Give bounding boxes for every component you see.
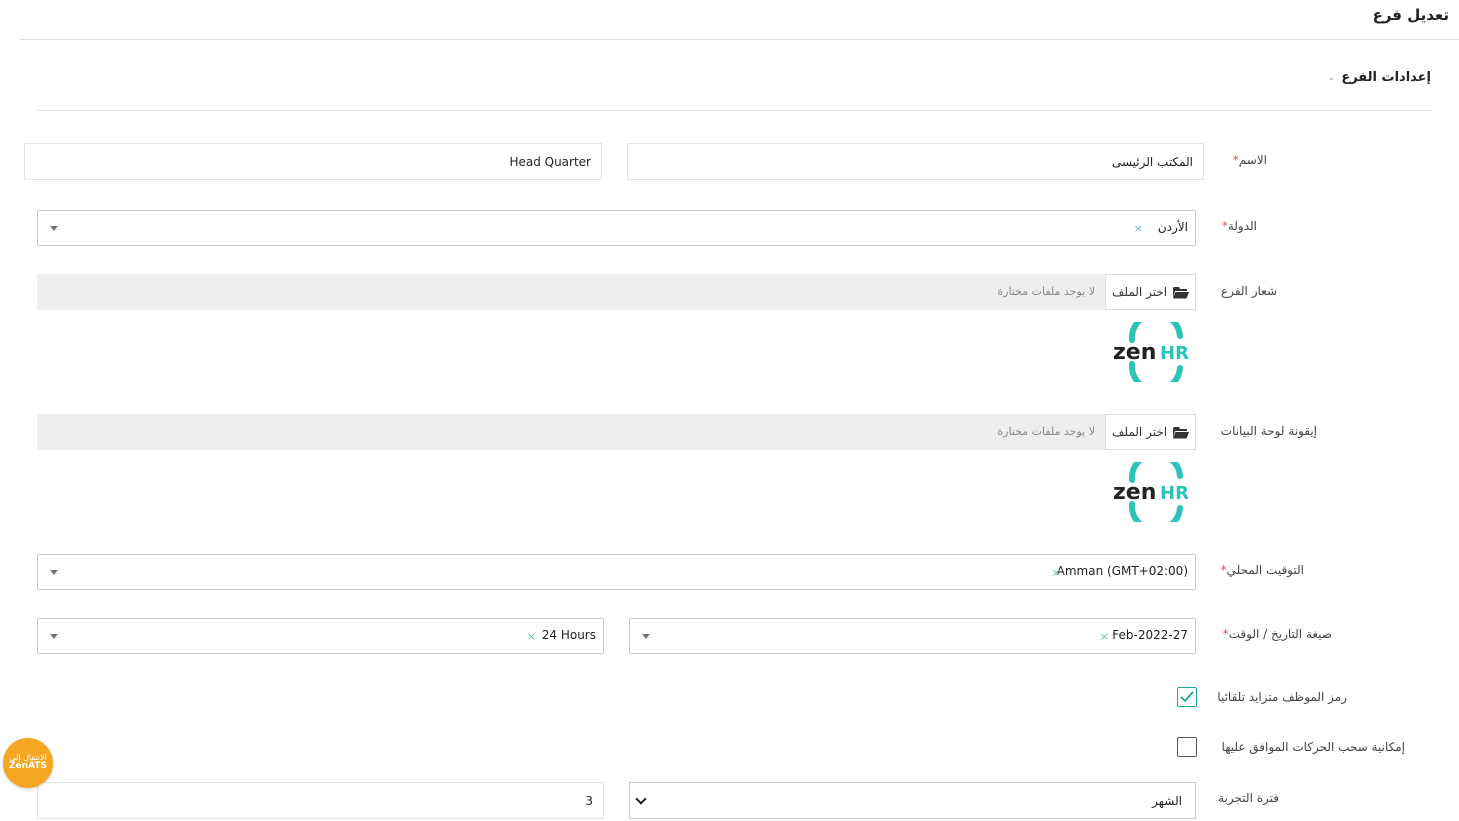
timezone-label: التوقيت المحلي* [1220,563,1304,577]
clear-icon[interactable]: × [527,630,536,643]
section-header[interactable]: إعدادات الفرع ⌄ [1328,70,1431,85]
page-title: تعديل فرع [1372,6,1449,24]
zenats-switch-button[interactable]: الانتقال إلى ZenATS [3,738,53,788]
clear-icon[interactable]: × [1052,566,1061,579]
withdraw-approved-checkbox[interactable] [1177,737,1197,757]
dropdown-arrow-icon[interactable] [50,226,58,231]
dashboard-icon-file-input[interactable]: لا يوجد ملفات مختارة اختر الملف [37,414,1196,450]
country-value: الأردن [1157,220,1188,234]
timezone-value: Amman (GMT+02:00) [1056,564,1188,578]
section-title: إعدادات الفرع [1341,70,1431,85]
clear-icon[interactable]: × [1100,630,1109,643]
name-ar-input[interactable]: المكتب الرئيسى [627,143,1204,180]
dashboard-icon-label: إيقونة لوحة البيانات [1220,424,1317,438]
no-file-text: لا يوجد ملفات مختارة [997,425,1095,438]
badge-line2: ZenATS [9,761,47,772]
svg-text:HR: HR [1160,483,1189,504]
probation-value: 3 [585,793,593,808]
auto-increment-checkbox[interactable] [1177,687,1197,707]
svg-text:HR: HR [1160,343,1189,364]
auto-increment-label: رمز الموظف متزايد تلقائيا [1217,690,1347,704]
check-icon [1180,691,1194,703]
probation-unit-select[interactable]: الشهر [629,782,1196,819]
no-file-text: لا يوجد ملفات مختارة [997,285,1095,298]
datetime-format-label: صيغة التاريخ / الوقت* [1222,627,1332,641]
probation-unit-value: الشهر [1152,794,1182,808]
name-en-value: Head Quarter [509,154,591,169]
clear-icon[interactable]: × [1134,222,1143,235]
chevron-down-icon[interactable]: ⌄ [1328,73,1336,83]
choose-file-button[interactable]: اختر الملف [1105,414,1196,450]
svg-text:zen: zen [1113,480,1156,505]
name-en-input[interactable]: Head Quarter [24,143,602,180]
dashboard-icon-preview: zen HR [1112,462,1196,522]
probation-label: فترة التجربة [1218,791,1279,805]
zenhr-logo: zen HR [1113,462,1189,522]
time-format-select[interactable]: 24 Hours × [37,618,604,654]
choose-file-label: اختر الملف [1111,425,1168,439]
dropdown-arrow-icon[interactable] [50,634,58,639]
choose-file-button[interactable]: اختر الملف [1105,274,1196,310]
timezone-select[interactable]: Amman (GMT+02:00) × [37,554,1196,590]
probation-value-input[interactable]: 3 [37,782,604,819]
zenhr-logo: zen HR [1113,322,1189,382]
dropdown-arrow-icon[interactable] [642,634,650,639]
country-select[interactable]: الأردن × [37,210,1196,246]
name-ar-value: المكتب الرئيسى [1111,154,1193,169]
folder-open-icon [1173,426,1190,438]
branch-logo-file-input[interactable]: لا يوجد ملفات مختارة اختر الملف [37,274,1196,310]
withdraw-approved-label: إمكانية سحب الحركات الموافق عليها [1221,740,1405,754]
country-label: الدولة* [1221,219,1257,233]
chevron-down-icon[interactable] [635,793,647,805]
branch-logo-label: شعار الفرع [1221,284,1277,298]
folder-open-icon [1173,286,1190,298]
time-format-value: 24 Hours [541,628,596,642]
header-divider [20,39,1459,40]
section-divider [37,110,1432,111]
date-format-select[interactable]: Feb-2022-27 × [629,618,1196,654]
dropdown-arrow-icon[interactable] [50,570,58,575]
svg-text:zen: zen [1113,340,1156,365]
choose-file-label: اختر الملف [1111,285,1168,299]
date-format-value: Feb-2022-27 [1112,628,1188,642]
branch-logo-preview: zen HR [1112,322,1196,382]
name-label: الاسم* [1232,153,1267,167]
